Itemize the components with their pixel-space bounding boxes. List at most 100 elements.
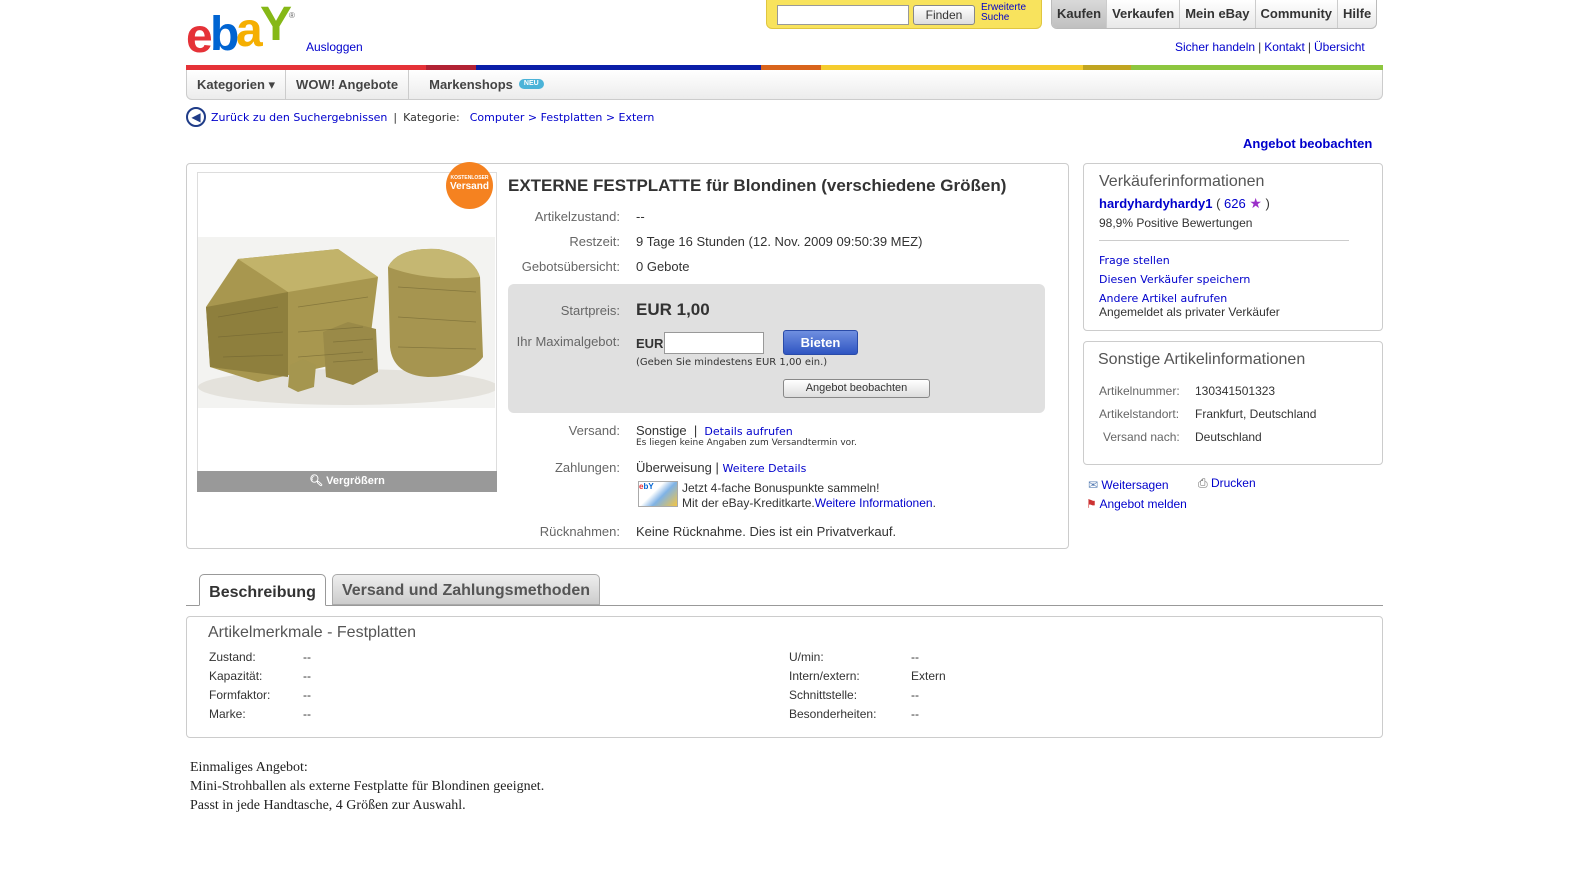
svg-text:b: b — [210, 8, 238, 58]
wow-deals-link[interactable]: WOW! Angebote — [286, 70, 410, 99]
max-bid-input[interactable] — [664, 332, 764, 354]
other-info-heading: Sonstige Artikelinformationen — [1098, 351, 1306, 368]
watch-item-link[interactable]: Angebot beobachten — [1243, 136, 1372, 151]
tab-shipping-payment[interactable]: Versand und Zahlungsmethoden — [332, 574, 600, 605]
payment-value: Überweisung — [636, 460, 712, 475]
feature-key: Kapazität: — [209, 669, 263, 683]
other-items-link[interactable]: Andere Artikel aufrufen — [1099, 292, 1227, 305]
category-path-link[interactable]: Computer > Festplatten > Extern — [470, 111, 655, 124]
shipping-note: Es liegen keine Angaben zum Versandtermi… — [636, 438, 857, 448]
contact-link[interactable]: Kontakt — [1264, 40, 1305, 54]
back-to-results-link[interactable]: Zurück zu den Suchergebnissen — [211, 111, 387, 124]
feature-value: Extern — [911, 669, 946, 683]
divider — [1099, 240, 1349, 241]
feature-key: Marke: — [209, 707, 246, 721]
nav-community[interactable]: Community — [1254, 0, 1338, 28]
nav-hilfe[interactable]: Hilfe — [1337, 0, 1376, 28]
description-line: Mini-Strohballen als externe Festplatte … — [190, 779, 545, 794]
seller-type: Angemeldet als privater Verkäufer — [1099, 305, 1280, 319]
back-arrow-icon[interactable]: ◀ — [186, 107, 206, 127]
ebay-logo[interactable]: e b a Y ® — [186, 0, 298, 63]
svg-text:a: a — [236, 6, 263, 57]
seller-name-row: hardyhardyhardy1 ( 626 ★ ) — [1099, 195, 1270, 211]
max-bid-label: Ihr Maximalgebot: — [516, 334, 620, 349]
print-action[interactable]: ⎙ Drucken — [1198, 476, 1256, 491]
item-title: EXTERNE FESTPLATTE für Blondinen (versch… — [508, 176, 1007, 195]
flag-icon: ⚑ — [1086, 497, 1097, 511]
tab-description[interactable]: Beschreibung — [199, 574, 326, 606]
advanced-search-link[interactable]: Erweiterte Suche — [981, 3, 1026, 23]
description-line: Passt in jede Handtasche, 4 Größen zur A… — [190, 798, 466, 813]
feature-key: Schnittstelle: — [789, 688, 858, 702]
zoom-button[interactable]: 🔍︎ Vergrößern — [197, 471, 497, 492]
nav-mein-ebay[interactable]: Mein eBay — [1179, 0, 1254, 28]
returns-value: Keine Rücknahme. Dies ist ein Privatverk… — [636, 524, 897, 539]
search-bar: Finden Erweiterte Suche — [766, 0, 1042, 29]
envelope-icon: ✉ — [1088, 478, 1099, 492]
ship-to-value: Deutschland — [1195, 430, 1262, 444]
categories-menu[interactable]: Kategorien ▾ — [187, 70, 287, 99]
star-icon: ★ — [1249, 195, 1262, 211]
start-price-label: Startpreis: — [560, 303, 620, 318]
feature-value: -- — [911, 707, 919, 721]
bid-history-label: Gebotsübersicht: — [521, 259, 620, 274]
time-left-label: Restzeit: — [569, 234, 620, 249]
shipping-label: Versand: — [568, 423, 620, 438]
safe-trading-link[interactable]: Sicher handeln — [1175, 40, 1255, 54]
shipping-value: Sonstige — [636, 423, 687, 438]
payment-label: Zahlungen: — [554, 460, 620, 475]
top-navigation: Kaufen Verkaufen Mein eBay Community Hil… — [1051, 0, 1378, 29]
shipping-details-link[interactable]: Details aufrufen — [704, 425, 792, 438]
returns-label: Rücknahmen: — [539, 524, 620, 539]
nav-verkaufen[interactable]: Verkaufen — [1106, 0, 1179, 28]
find-button[interactable]: Finden — [913, 5, 975, 25]
brand-shops-link[interactable]: Markenshops NEU — [409, 70, 564, 99]
feature-key-condition[interactable]: Zustand: — [209, 650, 256, 664]
search-input[interactable] — [777, 5, 909, 25]
card-more-info-link[interactable]: Weitere Informationen — [815, 496, 933, 510]
utility-links: Sicher handeln | Kontakt | Übersicht — [1175, 40, 1365, 54]
shipping-row: Sonstige | Details aufrufen — [636, 423, 793, 438]
feature-value: -- — [911, 650, 919, 664]
condition-value: -- — [636, 209, 645, 224]
breadcrumb: ◀ Zurück zu den Suchergebnissen | Katego… — [186, 107, 654, 127]
min-bid-hint: (Geben Sie mindestens EUR 1,00 ein.) — [636, 357, 828, 368]
seller-name-link[interactable]: hardyhardyhardy1 — [1099, 196, 1212, 211]
logout-link[interactable]: Ausloggen — [306, 40, 363, 54]
feature-key: Besonderheiten: — [789, 707, 877, 721]
item-image[interactable] — [198, 237, 495, 408]
feedback-score-link[interactable]: 626 — [1224, 196, 1246, 211]
printer-icon: ⎙ — [1198, 476, 1208, 490]
ask-question-link[interactable]: Frage stellen — [1099, 254, 1170, 267]
start-price-value: EUR 1,00 — [636, 300, 710, 319]
free-shipping-badge: KOSTENLOSER Versand — [446, 162, 493, 209]
feature-value: -- — [911, 688, 919, 702]
item-number-label: Artikelnummer: — [1099, 384, 1180, 398]
time-left-value: 9 Tage 16 Stunden (12. Nov. 2009 09:50:3… — [636, 234, 923, 249]
item-location-value: Frankfurt, Deutschland — [1195, 407, 1317, 421]
feature-key: Formfaktor: — [209, 688, 271, 702]
nav-kaufen[interactable]: Kaufen — [1052, 0, 1107, 28]
description-line: Einmaliges Angebot: — [190, 760, 308, 775]
currency-label: EUR — [636, 336, 664, 351]
report-action[interactable]: ⚑ Angebot melden — [1086, 497, 1187, 511]
credit-card-icon: ebY — [638, 481, 678, 507]
card-promo-line1: Jetzt 4-fache Bonuspunkte sammeln! — [682, 481, 880, 495]
payment-details-link[interactable]: Weitere Details — [722, 462, 806, 475]
payment-row: Überweisung | Weitere Details — [636, 460, 807, 475]
category-bar: Kategorien ▾ WOW! Angebote Markenshops NE… — [186, 70, 1383, 100]
category-label: Kategorie: — [403, 110, 460, 124]
condition-label: Artikelzustand: — [534, 209, 620, 224]
features-heading: Artikelmerkmale - Festplatten — [208, 624, 417, 641]
feature-value: -- — [303, 669, 311, 683]
save-seller-link[interactable]: Diesen Verkäufer speichern — [1099, 273, 1250, 286]
item-description: Einmaliges Angebot: Mini-Strohballen als… — [190, 758, 544, 815]
sitemap-link[interactable]: Übersicht — [1314, 40, 1365, 54]
watch-item-button[interactable]: Angebot beobachten — [783, 379, 930, 398]
bid-button[interactable]: Bieten — [783, 330, 858, 355]
ship-to-label: Versand nach: — [1103, 430, 1180, 444]
new-badge: NEU — [518, 79, 544, 89]
card-promo-line2: Mit der eBay-Kreditkarte.Weitere Informa… — [682, 496, 936, 510]
share-action[interactable]: ✉ Weitersagen — [1088, 478, 1169, 492]
bid-history-link[interactable]: 0 Gebote — [636, 259, 690, 274]
